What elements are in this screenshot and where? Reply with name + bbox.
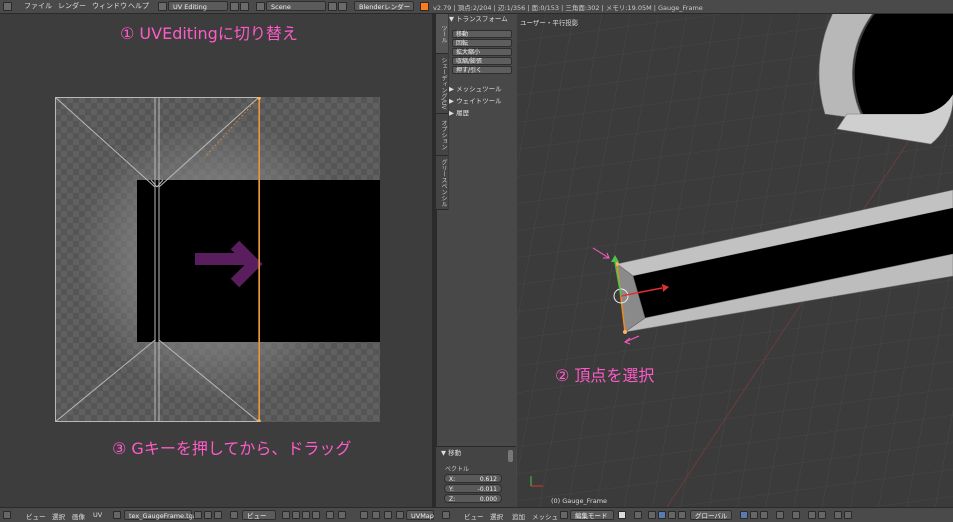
scale-button[interactable]: 拡大縮小	[452, 48, 512, 56]
vector-label: ベクトル	[445, 466, 470, 473]
menu-window[interactable]: ウィンドウ	[92, 1, 127, 11]
snap-toggle-icon[interactable]	[808, 511, 816, 519]
annotation-step3: ③ Gキーを押してから、ドラッグ	[112, 439, 352, 458]
uv-texture-canvas[interactable]	[55, 97, 380, 422]
vector-z-label: Z:	[449, 496, 456, 503]
orientation-selector[interactable]: グローバル	[690, 510, 732, 520]
view-title: ユーザー・平行投影	[520, 19, 579, 27]
uv-face-mode-icon[interactable]	[312, 511, 320, 519]
panel-transform-header[interactable]: ▼ トランスフォーム	[449, 14, 515, 24]
uv-snap-target-icon[interactable]	[384, 511, 392, 519]
uv-snap-element-icon[interactable]	[372, 511, 380, 519]
snap-element-icon[interactable]	[818, 511, 826, 519]
tool-shelf-tabs: ツール シェーディング/UV オプション グリースペンシル	[436, 14, 449, 210]
snap-icon[interactable]	[338, 511, 346, 519]
panel-mesh-tools-header[interactable]: ▶ メッシュツール	[449, 84, 515, 94]
operator-scrollbar[interactable]	[508, 450, 513, 462]
editor-type-icon[interactable]	[3, 2, 12, 11]
layout-close-icon[interactable]	[240, 2, 249, 11]
3d-menu-select[interactable]: 選択	[490, 511, 503, 521]
translate-button[interactable]: 移動	[452, 30, 512, 38]
uv-menu-select[interactable]: 選択	[52, 511, 65, 521]
scene-close-icon[interactable]	[338, 2, 347, 11]
top-header: ファイル レンダー ウィンドウ ヘルプ UV Editing Scene Ble…	[0, 0, 953, 14]
tab-shading-uv[interactable]: シェーディング/UV	[436, 54, 448, 114]
panel-weight-tools-header[interactable]: ▶ ウェイトツール	[449, 96, 515, 106]
3d-editor-type-icon[interactable]	[442, 511, 450, 519]
vertex-select-icon[interactable]	[740, 511, 748, 519]
annotation-step2: ② 頂点を選択	[555, 366, 655, 385]
layout-selector[interactable]: UV Editing	[168, 1, 228, 11]
sync-selection-icon[interactable]	[282, 511, 290, 519]
uv-view-selector[interactable]: ビュー	[242, 510, 276, 520]
proportional-edit-icon[interactable]	[326, 511, 334, 519]
operator-translate-header[interactable]: ▼ 移動	[441, 448, 507, 458]
viewport-canvas[interactable]	[517, 14, 953, 507]
image-close-icon[interactable]	[214, 511, 222, 519]
selected-vertex-bottom[interactable]	[623, 330, 627, 334]
3d-menu-view[interactable]: ビュー	[464, 511, 484, 521]
shading-mode-icon[interactable]	[618, 511, 626, 519]
blender-logo-icon	[420, 2, 429, 11]
menu-file[interactable]: ファイル	[24, 1, 52, 11]
annotation-step1: ① UVEditingに切り替え	[120, 24, 298, 43]
vector-x-value: 0.612	[479, 476, 497, 483]
vector-x-field[interactable]: X: 0.612	[444, 474, 502, 483]
edge-select-icon[interactable]	[750, 511, 758, 519]
uvmap-icon[interactable]	[396, 511, 404, 519]
face-select-icon[interactable]	[760, 511, 768, 519]
vector-x-label: X:	[449, 476, 456, 483]
pivot-icon[interactable]	[230, 511, 238, 519]
mode-icon[interactable]	[560, 511, 568, 519]
scene-add-icon[interactable]	[328, 2, 337, 11]
scene-icon[interactable]	[256, 2, 265, 11]
menu-help[interactable]: ヘルプ	[128, 1, 149, 11]
scene-statistics: v2.79 | 頂点:2/204 | 辺:1/356 | 面:0/153 | 三…	[433, 4, 703, 12]
tab-tools[interactable]: ツール	[436, 14, 448, 54]
push-pull-button[interactable]: 押す/引く	[452, 66, 512, 74]
image-browse-icon[interactable]	[113, 511, 121, 519]
manip-rotate-icon[interactable]	[668, 511, 676, 519]
manip-translate-icon[interactable]	[658, 511, 666, 519]
proportional-edit-3d-icon[interactable]	[792, 511, 800, 519]
panel-history-header[interactable]: ▶ 履歴	[449, 108, 515, 118]
manipulator-toggle-icon[interactable]	[648, 511, 656, 519]
occlude-geometry-icon[interactable]	[776, 511, 784, 519]
scene-selector[interactable]: Scene	[266, 1, 326, 11]
shrink-fatten-button[interactable]: 収縮/膨張	[452, 57, 512, 65]
image-pin-icon[interactable]	[194, 511, 202, 519]
image-selector[interactable]: tex_GaugeFrame.tga	[124, 510, 197, 520]
menu-render[interactable]: レンダー	[58, 1, 86, 11]
uv-vertex-mode-icon[interactable]	[292, 511, 300, 519]
3d-menu-add[interactable]: 追加	[512, 511, 525, 521]
3d-menu-mesh[interactable]: メッシュ	[532, 511, 558, 521]
tab-options[interactable]: オプション	[436, 114, 448, 156]
render-engine-selector[interactable]: Blenderレンダー	[354, 1, 414, 11]
mode-selector[interactable]: 編集モード	[570, 510, 614, 520]
rotate-button[interactable]: 回転	[452, 39, 512, 47]
uv-menu-uv[interactable]: UV	[93, 511, 102, 519]
image-new-icon[interactable]	[204, 511, 212, 519]
uv-edge-mode-icon[interactable]	[302, 511, 310, 519]
uv-editor-type-icon[interactable]	[3, 511, 11, 519]
layout-add-icon[interactable]	[230, 2, 239, 11]
tab-grease-pencil[interactable]: グリースペンシル	[436, 156, 448, 210]
vector-z-field[interactable]: Z: 0.000	[444, 494, 502, 503]
active-object-label: (0) Gauge_Frame	[551, 497, 608, 505]
uv-sticky-icon[interactable]	[360, 511, 368, 519]
manip-scale-icon[interactable]	[678, 511, 686, 519]
vector-z-value: 0.000	[479, 496, 497, 503]
layout-icon[interactable]	[158, 2, 167, 11]
vector-y-label: Y:	[449, 486, 454, 493]
vector-y-field[interactable]: Y: -0.011	[444, 484, 502, 493]
pivot-point-icon[interactable]	[634, 511, 642, 519]
opengl-anim-icon[interactable]	[844, 511, 852, 519]
opengl-render-icon[interactable]	[834, 511, 842, 519]
uv-menu-view[interactable]: ビュー	[26, 511, 46, 521]
bottom-header: ビュー 選択 画像 UV tex_GaugeFrame.tga ビュー UVMa…	[0, 507, 953, 522]
uv-menu-image[interactable]: 画像	[72, 511, 85, 521]
vector-y-value: -0.011	[477, 486, 497, 493]
3d-viewport[interactable]: ユーザー・平行投影 (0) Gauge_Frame	[517, 14, 953, 507]
uvmap-selector[interactable]: UVMap	[406, 510, 434, 520]
